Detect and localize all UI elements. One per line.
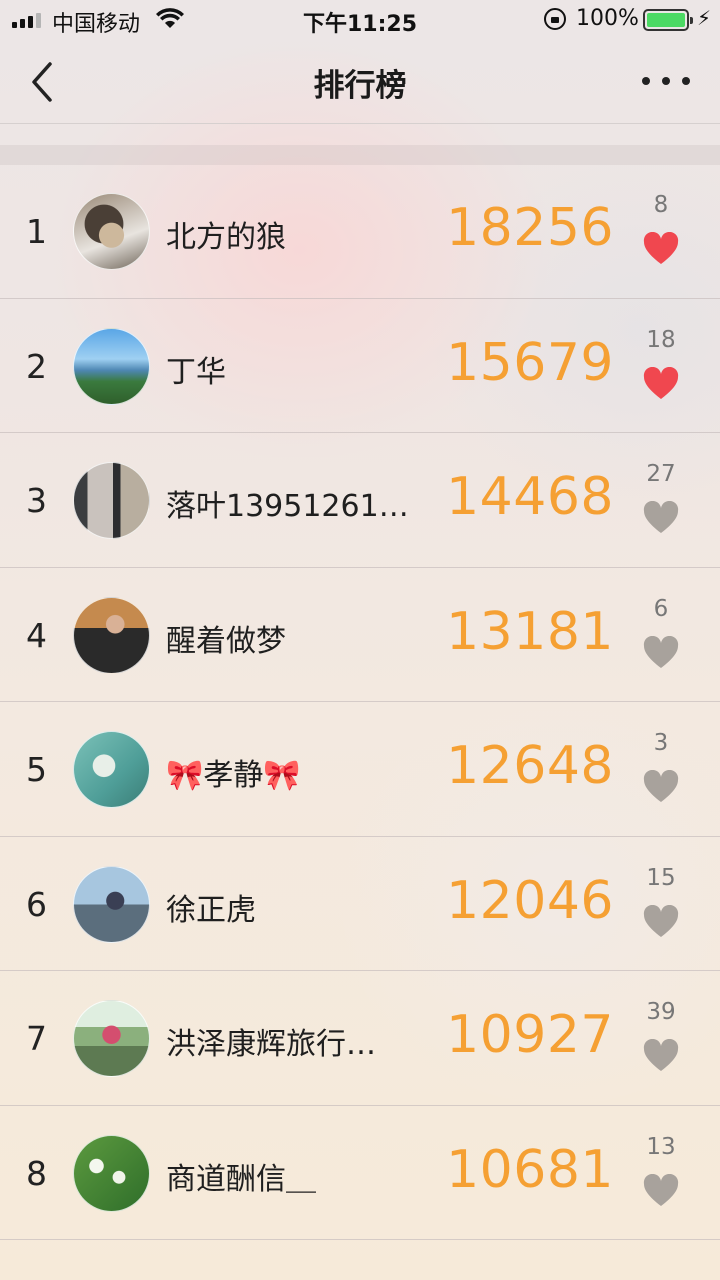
avatar[interactable] (73, 596, 150, 674)
ranking-row[interactable]: 1 北方的狼 18256 8 (0, 164, 720, 299)
battery-percent: 100% (576, 6, 639, 31)
section-separator (0, 145, 720, 165)
orientation-lock-icon (544, 8, 566, 30)
rank-number: 6 (26, 884, 47, 924)
more-dot (682, 77, 690, 85)
more-dot (642, 77, 650, 85)
step-score: 12046 (446, 870, 614, 931)
ranking-list: 1 北方的狼 18256 8 2 丁华 15679 18 3 落叶1395126… (0, 164, 720, 1240)
rank-number: 3 (26, 481, 47, 520)
user-name: 醒着做梦 (166, 623, 286, 659)
avatar[interactable] (73, 731, 150, 808)
avatar[interactable] (73, 193, 150, 270)
heart-icon[interactable] (643, 366, 679, 401)
avatar[interactable] (73, 462, 150, 539)
heart-icon[interactable] (643, 1039, 679, 1073)
status-bar: 中国移动 下午11:25 100% ⚡ (0, 0, 720, 40)
user-name: 🎀孝静🎀 (166, 758, 301, 793)
user-name: 落叶13951261… (166, 489, 409, 524)
avatar[interactable] (73, 327, 150, 405)
rank-number: 7 (26, 1019, 47, 1058)
like-count: 13 (646, 1133, 676, 1160)
step-score: 10927 (446, 1005, 614, 1065)
charging-icon: ⚡ (697, 6, 712, 30)
ranking-row[interactable]: 7 洪泽康辉旅行… 10927 39 (0, 971, 720, 1106)
nav-bar: 排行榜 (0, 40, 720, 124)
step-score: 13181 (446, 601, 614, 662)
user-name: 商道酬信＿ (166, 1161, 316, 1197)
rank-number: 5 (26, 750, 47, 789)
avatar[interactable] (73, 1134, 150, 1212)
heart-icon[interactable] (643, 770, 679, 804)
page-title: 排行榜 (313, 68, 407, 104)
like-count: 6 (653, 595, 669, 622)
rank-number: 1 (26, 212, 47, 251)
rank-number: 2 (26, 346, 47, 386)
user-name: 徐正虎 (166, 892, 256, 928)
like-count: 15 (646, 864, 676, 891)
step-score: 15679 (446, 332, 614, 393)
like-count: 18 (646, 326, 676, 353)
ranking-row[interactable]: 6 徐正虎 12046 15 (0, 837, 720, 971)
heart-icon[interactable] (643, 232, 679, 266)
rank-number: 4 (26, 615, 47, 655)
step-score: 18256 (446, 198, 614, 258)
ranking-row[interactable]: 5 🎀孝静🎀 12648 3 (0, 702, 720, 837)
step-score: 10681 (446, 1139, 614, 1200)
like-count: 27 (646, 461, 676, 487)
like-count: 8 (653, 192, 669, 218)
heart-icon[interactable] (643, 904, 679, 939)
step-score: 12648 (446, 736, 614, 796)
heart-icon[interactable] (643, 1173, 679, 1208)
heart-icon[interactable] (643, 635, 679, 670)
user-name: 北方的狼 (166, 220, 286, 255)
rank-number: 8 (26, 1153, 47, 1193)
user-name: 洪泽康辉旅行… (166, 1027, 376, 1062)
ranking-row[interactable]: 8 商道酬信＿ 10681 13 (0, 1106, 720, 1240)
battery-icon (643, 9, 693, 31)
heart-icon[interactable] (643, 501, 679, 535)
avatar[interactable] (73, 1000, 150, 1077)
like-count: 3 (653, 730, 669, 756)
avatar[interactable] (73, 865, 150, 943)
ranking-row[interactable]: 3 落叶13951261… 14468 27 (0, 433, 720, 568)
more-button[interactable] (642, 66, 690, 96)
step-score: 14468 (446, 467, 614, 527)
user-name: 丁华 (166, 354, 226, 390)
like-count: 39 (646, 999, 676, 1025)
more-dot (662, 77, 670, 85)
ranking-row[interactable]: 4 醒着做梦 13181 6 (0, 568, 720, 702)
ranking-row[interactable]: 2 丁华 15679 18 (0, 299, 720, 433)
